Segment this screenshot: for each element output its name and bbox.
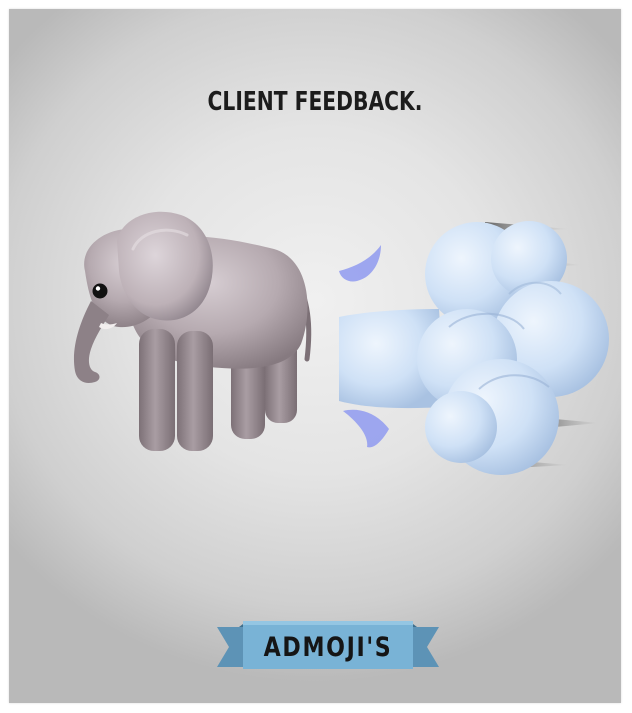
elephant-icon [73, 211, 312, 451]
emoji-illustration [73, 211, 609, 475]
poster: CLIENT FEEDBACK. ADMOJI'S [9, 9, 621, 703]
brand-label: ADMOJI'S [263, 632, 393, 663]
brand-banner: ADMOJI'S [217, 617, 439, 677]
